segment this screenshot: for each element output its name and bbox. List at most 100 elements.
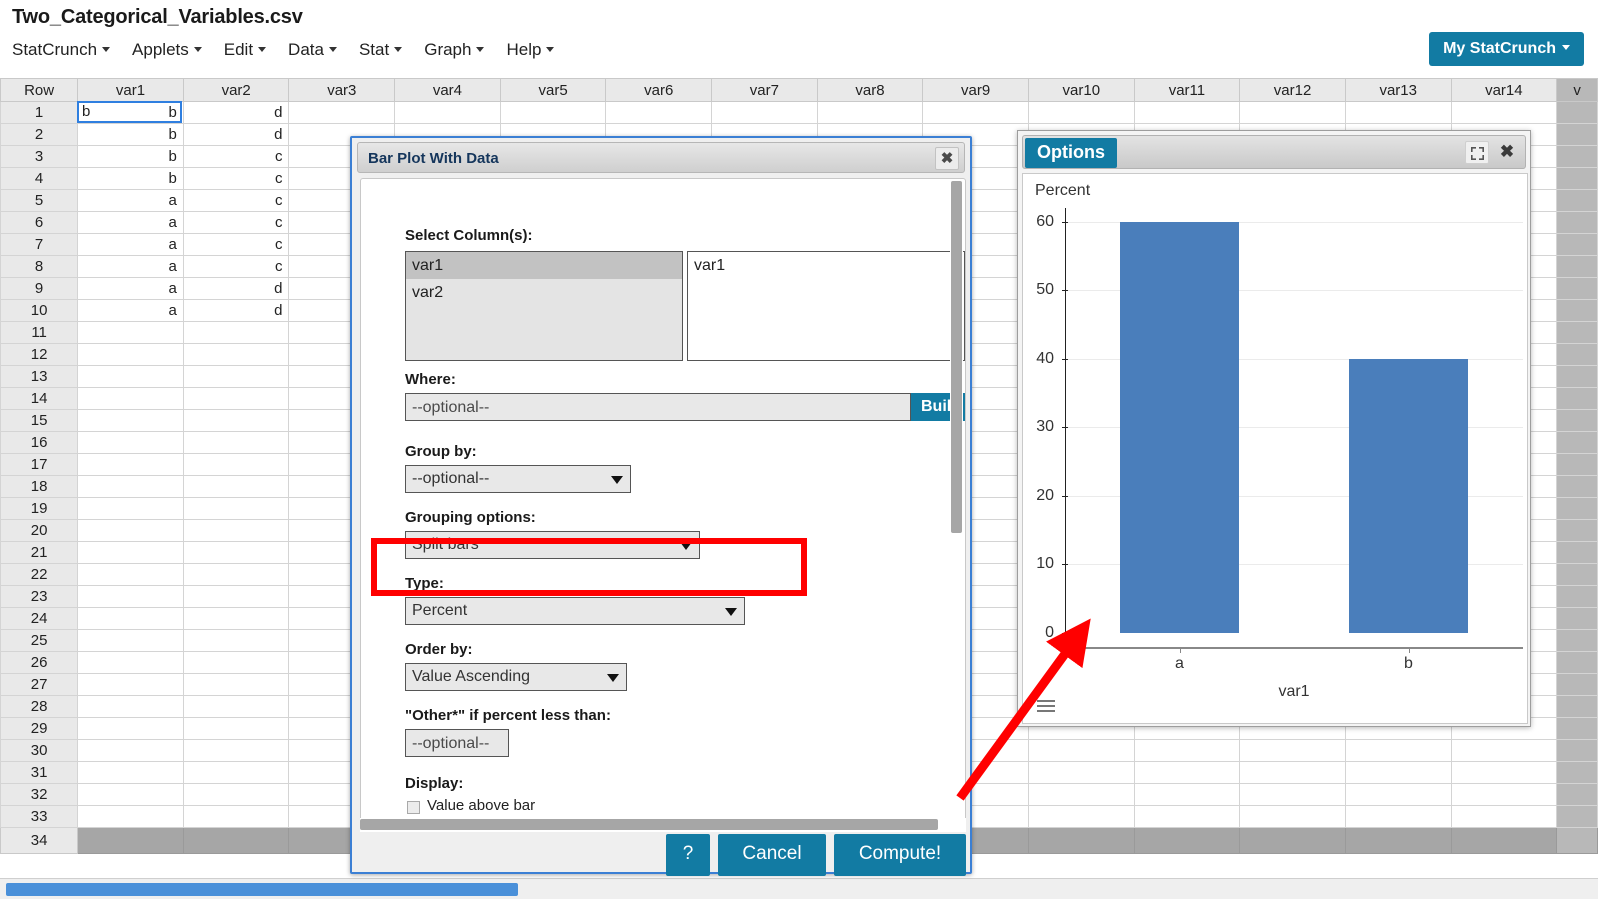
table-cell[interactable]: c xyxy=(183,190,289,212)
column-header-var7[interactable]: var7 xyxy=(712,79,818,102)
table-cell[interactable] xyxy=(1345,762,1451,784)
column-header-var2[interactable]: var2 xyxy=(183,79,289,102)
dialog-horizontal-scrollbar[interactable] xyxy=(360,818,966,832)
table-cell[interactable] xyxy=(1451,102,1557,124)
table-cell[interactable] xyxy=(78,564,184,586)
table-cell-partial[interactable] xyxy=(1557,762,1598,784)
table-cell[interactable] xyxy=(1451,828,1557,854)
column-header-var11[interactable]: var11 xyxy=(1134,79,1240,102)
column-header-var10[interactable]: var10 xyxy=(1028,79,1134,102)
table-cell[interactable]: b xyxy=(78,124,184,146)
table-cell[interactable] xyxy=(78,608,184,630)
table-cell[interactable] xyxy=(183,542,289,564)
table-cell[interactable] xyxy=(712,102,818,124)
menu-statcrunch[interactable]: StatCrunch xyxy=(12,38,122,62)
table-cell[interactable] xyxy=(183,498,289,520)
table-cell[interactable] xyxy=(1134,762,1240,784)
expand-icon[interactable] xyxy=(1465,141,1489,164)
table-cell[interactable] xyxy=(78,674,184,696)
table-cell[interactable] xyxy=(78,498,184,520)
table-cell-partial[interactable] xyxy=(1557,828,1598,854)
table-cell[interactable] xyxy=(183,674,289,696)
table-cell[interactable]: a xyxy=(78,300,184,322)
table-cell[interactable] xyxy=(78,828,184,854)
selected-columns-listbox[interactable]: var1 xyxy=(687,251,965,361)
table-cell-partial[interactable] xyxy=(1557,432,1598,454)
table-cell[interactable]: b xyxy=(78,146,184,168)
table-cell[interactable]: b xyxy=(78,168,184,190)
table-cell-partial[interactable] xyxy=(1557,564,1598,586)
scrollbar-thumb[interactable] xyxy=(951,181,962,533)
table-cell[interactable] xyxy=(1134,102,1240,124)
table-cell[interactable] xyxy=(1240,762,1346,784)
order-by-select[interactable]: Value Ascending xyxy=(405,663,627,691)
value-above-bar-checkbox[interactable] xyxy=(407,801,420,814)
table-cell-partial[interactable] xyxy=(1557,476,1598,498)
table-cell-partial[interactable] xyxy=(1557,168,1598,190)
table-cell-partial[interactable] xyxy=(1557,322,1598,344)
spreadsheet-horizontal-scrollbar[interactable] xyxy=(0,878,1598,899)
column-header-var13[interactable]: var13 xyxy=(1345,79,1451,102)
table-cell[interactable] xyxy=(78,630,184,652)
table-cell[interactable] xyxy=(1451,740,1557,762)
table-cell[interactable] xyxy=(78,696,184,718)
list-item-var2[interactable]: var2 xyxy=(406,279,682,306)
table-cell[interactable] xyxy=(1134,806,1240,828)
table-cell-partial[interactable] xyxy=(1557,234,1598,256)
table-cell[interactable] xyxy=(183,344,289,366)
table-cell[interactable] xyxy=(183,322,289,344)
column-header-var5[interactable]: var5 xyxy=(500,79,606,102)
table-cell[interactable] xyxy=(78,762,184,784)
table-row[interactable]: 1bd xyxy=(1,102,1598,124)
table-cell[interactable] xyxy=(1028,762,1134,784)
table-cell[interactable]: a xyxy=(78,256,184,278)
table-cell-partial[interactable] xyxy=(1557,388,1598,410)
chart-canvas[interactable]: Percent 0102030405060abvar1 xyxy=(1022,173,1528,724)
table-cell[interactable] xyxy=(1451,762,1557,784)
table-cell[interactable]: a xyxy=(78,234,184,256)
table-cell[interactable] xyxy=(183,806,289,828)
table-cell[interactable] xyxy=(183,784,289,806)
column-header-var3[interactable]: var3 xyxy=(289,79,395,102)
table-cell[interactable] xyxy=(183,652,289,674)
menu-stat[interactable]: Stat xyxy=(359,38,414,62)
table-cell-partial[interactable] xyxy=(1557,410,1598,432)
table-cell[interactable]: c xyxy=(183,168,289,190)
table-cell[interactable] xyxy=(1345,828,1451,854)
dialog-body[interactable]: Select Column(s): var1 var2 var1 Where: … xyxy=(360,178,966,824)
table-cell[interactable] xyxy=(183,410,289,432)
table-cell-partial[interactable] xyxy=(1557,300,1598,322)
table-cell-partial[interactable] xyxy=(1557,696,1598,718)
table-cell[interactable] xyxy=(183,630,289,652)
table-cell[interactable] xyxy=(183,564,289,586)
table-cell[interactable] xyxy=(1240,740,1346,762)
table-cell[interactable]: d xyxy=(183,300,289,322)
dialog-titlebar[interactable]: Bar Plot With Data ✖ xyxy=(357,142,965,173)
table-cell-partial[interactable] xyxy=(1557,344,1598,366)
hamburger-icon[interactable] xyxy=(1037,700,1055,715)
table-cell-partial[interactable] xyxy=(1557,212,1598,234)
table-cell[interactable] xyxy=(1345,740,1451,762)
table-cell[interactable] xyxy=(78,542,184,564)
group-by-select[interactable]: --optional-- xyxy=(405,465,631,493)
column-header-var9[interactable]: var9 xyxy=(923,79,1029,102)
table-cell-partial[interactable] xyxy=(1557,256,1598,278)
table-cell[interactable] xyxy=(1345,806,1451,828)
table-cell[interactable] xyxy=(78,652,184,674)
my-statcrunch-button[interactable]: My StatCrunch xyxy=(1429,32,1584,66)
column-header-var6[interactable]: var6 xyxy=(606,79,712,102)
table-cell[interactable] xyxy=(78,344,184,366)
other-percent-input[interactable]: --optional-- xyxy=(405,729,509,757)
table-cell-partial[interactable] xyxy=(1557,146,1598,168)
column-header-var4[interactable]: var4 xyxy=(395,79,501,102)
table-cell[interactable] xyxy=(78,322,184,344)
table-cell[interactable] xyxy=(395,102,501,124)
table-cell-partial[interactable] xyxy=(1557,608,1598,630)
chart-window[interactable]: Options ✖ Percent 0102030405060abvar1 xyxy=(1017,130,1531,727)
table-cell[interactable]: c xyxy=(183,146,289,168)
menu-data[interactable]: Data xyxy=(288,38,349,62)
table-cell[interactable] xyxy=(183,608,289,630)
table-cell-partial[interactable] xyxy=(1557,542,1598,564)
table-cell[interactable] xyxy=(78,740,184,762)
table-cell[interactable] xyxy=(1451,806,1557,828)
